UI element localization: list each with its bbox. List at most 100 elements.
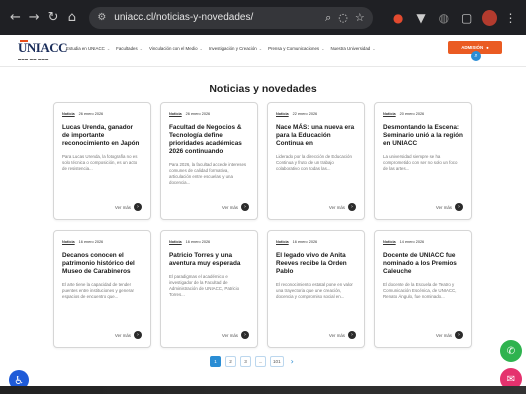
search-icon[interactable]: ⌕ (471, 51, 481, 61)
main-menu: Estudia en UNIACC ⌄ Facultades ⌄ Vinculaci… (66, 46, 376, 51)
card-meta: Noticia 16 enero 2026 (276, 240, 356, 244)
zoom-icon[interactable]: ⌕ (325, 11, 331, 25)
whatsapp-icon[interactable]: ✆ (500, 340, 522, 362)
arrow-right-icon: › (134, 331, 142, 339)
read-more-link[interactable]: Ver más › (115, 331, 142, 339)
browser-toolbar: ← → ↻ ⌂ ⚙ uniacc.cl/noticias-y-novedades… (0, 0, 526, 35)
read-more-link[interactable]: Ver más › (436, 203, 463, 211)
uniacc-logo[interactable]: UNIACC ▬▬▬ ▬▬ ▬▬▬ (18, 40, 68, 61)
address-url[interactable]: uniacc.cl/noticias-y-novedades/ (114, 12, 318, 23)
menu-item-nuestra-universidad[interactable]: Nuestra Universidad ⌄ (330, 46, 375, 51)
card-category[interactable]: Noticia (169, 240, 182, 244)
reload-icon[interactable]: ↻ (44, 8, 63, 28)
news-card[interactable]: Noticia 16 enero 2026 Patricio Torres y u… (160, 230, 258, 348)
card-title[interactable]: Facultad de Negocios & Tecnología define… (169, 124, 249, 156)
read-more-label: Ver más (328, 204, 345, 210)
news-grid: Noticia 26 enero 2026 Lucas Urenda, ganad… (53, 102, 474, 348)
card-date: 16 enero 2026 (185, 240, 211, 244)
card-date: 26 enero 2026 (78, 112, 104, 116)
chevron-down-icon: ⌄ (199, 46, 203, 51)
menu-item-investigacion[interactable]: Investigación y Creación ⌄ (209, 46, 262, 51)
read-more-label: Ver más (114, 332, 131, 338)
card-meta: Noticia 26 enero 2026 (169, 112, 249, 116)
card-excerpt: El reconocimiento estatal pone en valor … (276, 282, 353, 300)
menu-item-facultades[interactable]: Facultades ⌄ (116, 46, 143, 51)
menu-item-vinculacion[interactable]: Vinculación con el Medio ⌄ (149, 46, 203, 51)
read-more-label: Ver más (435, 332, 452, 338)
card-title[interactable]: Nace MÁS: una nueva era para la Educació… (276, 124, 356, 148)
menu-item-prensa[interactable]: Prensa y Comunicaciones ⌄ (268, 46, 324, 51)
logo-tagline-strip: ▬▬▬ ▬▬ ▬▬▬ (18, 57, 49, 61)
news-card[interactable]: Noticia 26 enero 2026 Facultad de Negocio… (160, 102, 258, 220)
next-page-icon[interactable]: › (291, 357, 294, 366)
news-card[interactable]: Noticia 14 enero 2026 Docente de UNIACC f… (374, 230, 472, 348)
arrow-right-icon: › (134, 203, 142, 211)
arrow-right-icon: › (241, 203, 249, 211)
card-excerpt: Para Lucas Urenda, la fotografía no es s… (62, 154, 138, 172)
card-excerpt: Liderado por la dirección de Educación C… (276, 154, 352, 172)
extension-v-icon[interactable]: ▼ (412, 8, 431, 28)
profile-avatar[interactable] (482, 9, 498, 26)
menu-item-label: Prensa y Comunicaciones (268, 46, 320, 51)
read-more-link[interactable]: Ver más › (436, 331, 463, 339)
card-category[interactable]: Noticia (169, 112, 182, 116)
forward-arrow-icon[interactable]: → (25, 8, 44, 28)
card-title[interactable]: Decanos conocen el patrimonio histórico … (62, 252, 142, 276)
card-category[interactable]: Noticia (383, 240, 396, 244)
card-title[interactable]: Docente de UNIACC fue nominado a los Pre… (383, 252, 463, 276)
chevron-down-icon: ⌄ (106, 46, 111, 51)
read-more-label: Ver más (435, 204, 452, 210)
eye-slash-icon[interactable]: ◌ (338, 11, 348, 24)
page-button-last[interactable]: 101 (270, 356, 284, 367)
card-category[interactable]: Noticia (62, 112, 75, 116)
menu-item-estudia[interactable]: Estudia en UNIACC ⌄ (66, 46, 110, 51)
card-category[interactable]: Noticia (276, 240, 289, 244)
admision-button-label: ADMISIÓN (461, 45, 484, 50)
news-card[interactable]: Noticia 16 enero 2026 Decanos conocen el … (53, 230, 151, 348)
arrow-right-icon: › (348, 203, 356, 211)
card-title[interactable]: Lucas Urenda, ganador de importante reco… (62, 124, 142, 148)
extension-puzzle-icon[interactable]: ◍ (434, 8, 453, 28)
card-date: 16 enero 2026 (78, 240, 104, 244)
pagination: 1 2 3 ... 101 › (210, 356, 294, 367)
card-excerpt: Para 2026, la facultad accede intereses … (169, 162, 247, 186)
page-button-1[interactable]: 1 (210, 356, 221, 367)
card-title[interactable]: Desmontando la Escena: Seminario unió a … (383, 124, 463, 148)
site-info-icon[interactable]: ⚙ (97, 12, 106, 23)
kebab-menu-icon[interactable]: ⋮ (501, 8, 520, 28)
card-category[interactable]: Noticia (276, 112, 289, 116)
read-more-link[interactable]: Ver más › (329, 331, 356, 339)
card-date: 16 enero 2026 (292, 240, 318, 244)
read-more-link[interactable]: Ver más › (329, 203, 356, 211)
page-button-2[interactable]: 2 (225, 356, 236, 367)
read-more-link[interactable]: Ver más › (222, 203, 249, 211)
card-category[interactable]: Noticia (62, 240, 75, 244)
card-excerpt: El paradigmas el académico e investigado… (169, 274, 240, 298)
bookmark-star-icon[interactable]: ☆ (355, 11, 365, 24)
arrow-right-icon: › (348, 331, 356, 339)
page-button-3[interactable]: 3 (240, 356, 251, 367)
read-more-link[interactable]: Ver más › (222, 331, 249, 339)
card-excerpt: El arte tiene la capacidad de tender pue… (62, 282, 135, 300)
home-icon[interactable]: ⌂ (62, 8, 81, 28)
menu-item-label: Nuestra Universidad (330, 46, 371, 51)
card-category[interactable]: Noticia (383, 112, 396, 116)
chevron-down-icon: ⌄ (258, 46, 263, 51)
read-more-link[interactable]: Ver más › (115, 203, 142, 211)
arrow-right-icon: › (455, 203, 463, 211)
card-title[interactable]: Patricio Torres y una aventura muy esper… (169, 252, 249, 268)
address-bar[interactable]: ⚙ uniacc.cl/noticias-y-novedades/ ⌕ ◌ ☆ (89, 6, 373, 29)
menu-item-label: Estudia en UNIACC (66, 46, 105, 51)
news-card[interactable]: Noticia 22 enero 2026 Nace MÁS: una nueva… (267, 102, 365, 220)
chevron-down-icon: ⌄ (321, 46, 325, 51)
read-more-label: Ver más (221, 332, 238, 338)
news-card[interactable]: Noticia 16 enero 2026 El legado vivo de A… (267, 230, 365, 348)
chevron-down-icon: ⌄ (372, 46, 376, 51)
back-arrow-icon[interactable]: ← (6, 8, 25, 28)
extension-shield-icon[interactable]: ● (389, 8, 408, 28)
downloads-icon[interactable]: ▢ (457, 8, 476, 28)
read-more-label: Ver más (114, 204, 131, 210)
news-card[interactable]: Noticia 26 enero 2026 Lucas Urenda, ganad… (53, 102, 151, 220)
news-card[interactable]: Noticia 20 enero 2026 Desmontando la Esce… (374, 102, 472, 220)
card-title[interactable]: El legado vivo de Anita Reeves recibe la… (276, 252, 356, 276)
